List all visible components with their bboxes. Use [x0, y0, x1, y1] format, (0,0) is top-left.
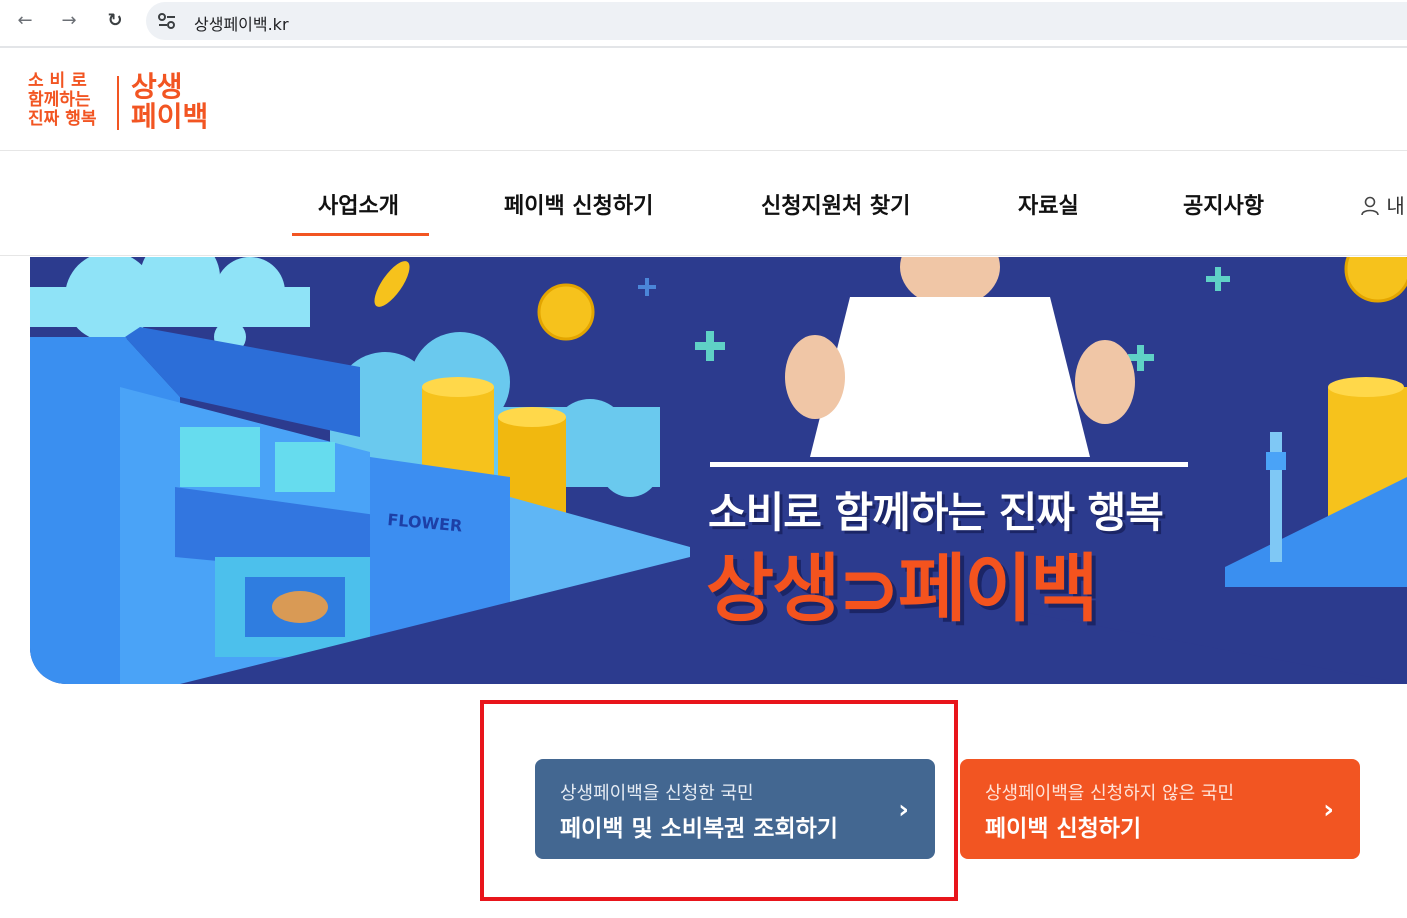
mypage-label: 내: [1386, 194, 1405, 218]
payback-inquiry-button[interactable]: 상생페이백을 신청한 국민 페이백 및 소비복권 조회하기 ›: [535, 759, 935, 859]
site-logo[interactable]: 소 비 로 함께하는 진짜 행복 상생 페이백: [28, 72, 228, 132]
inquiry-title: 페이백 및 소비복권 조회하기: [560, 816, 838, 842]
apply-subtitle: 상생페이백을 신청하지 않은 국민: [985, 783, 1235, 804]
site-settings-icon[interactable]: [156, 11, 178, 31]
arrow-right-icon[interactable]: →: [54, 8, 84, 34]
nav-item-find-support[interactable]: 신청지원처 찾기: [761, 188, 910, 220]
user-icon: [1361, 196, 1379, 216]
chicken-illustration: [272, 591, 328, 623]
apply-title: 페이백 신청하기: [985, 816, 1142, 842]
site-header: 소 비 로 함께하는 진짜 행복 상생 페이백: [0, 50, 1407, 151]
nav-item-apply-payback[interactable]: 페이백 신청하기: [504, 188, 653, 220]
url-text[interactable]: 상생페이백.kr: [194, 11, 289, 35]
coin-icon: [374, 261, 410, 307]
logo-tagline: 소 비 로 함께하는 진짜 행복: [28, 71, 97, 129]
coin-icon: [537, 283, 595, 341]
nav-active-indicator: [292, 233, 429, 236]
chevron-right-icon: ›: [1323, 795, 1334, 825]
nav-item-notice[interactable]: 공지사항: [1183, 188, 1264, 220]
arrow-left-icon[interactable]: ←: [10, 8, 40, 34]
cloud-illustration: [30, 257, 310, 342]
logo-brand: 상생 페이백: [131, 70, 209, 133]
payback-apply-button[interactable]: 상생페이백을 신청하지 않은 국민 페이백 신청하기 ›: [960, 759, 1360, 859]
building-illustration: [1225, 477, 1407, 587]
coin-icon: [1344, 257, 1407, 303]
nav-item-archive[interactable]: 자료실: [1018, 188, 1079, 220]
reload-icon[interactable]: ↻: [100, 8, 130, 34]
inquiry-subtitle: 상생페이백을 신청한 국민: [560, 783, 754, 804]
hero-banner[interactable]: FLOWER 소비로 함께하는 진짜 행복 상생⊃페이백: [30, 257, 1407, 684]
address-bar[interactable]: 상생페이백.kr: [146, 2, 1407, 40]
chevron-right-icon: ›: [898, 795, 909, 825]
banner-divider-line: [710, 462, 1188, 467]
tower-illustration: [1270, 432, 1282, 562]
main-nav: 사업소개 페이백 신청하기 신청지원처 찾기 자료실 공지사항 내: [0, 152, 1407, 256]
logo-divider: [117, 76, 119, 130]
banner-brand: 상생⊃페이백: [706, 546, 1098, 632]
browser-toolbar: ← → ↻ 상생페이백.kr: [0, 0, 1407, 48]
nav-item-about[interactable]: 사업소개: [318, 188, 399, 220]
mypage-link[interactable]: 내: [1360, 190, 1405, 219]
